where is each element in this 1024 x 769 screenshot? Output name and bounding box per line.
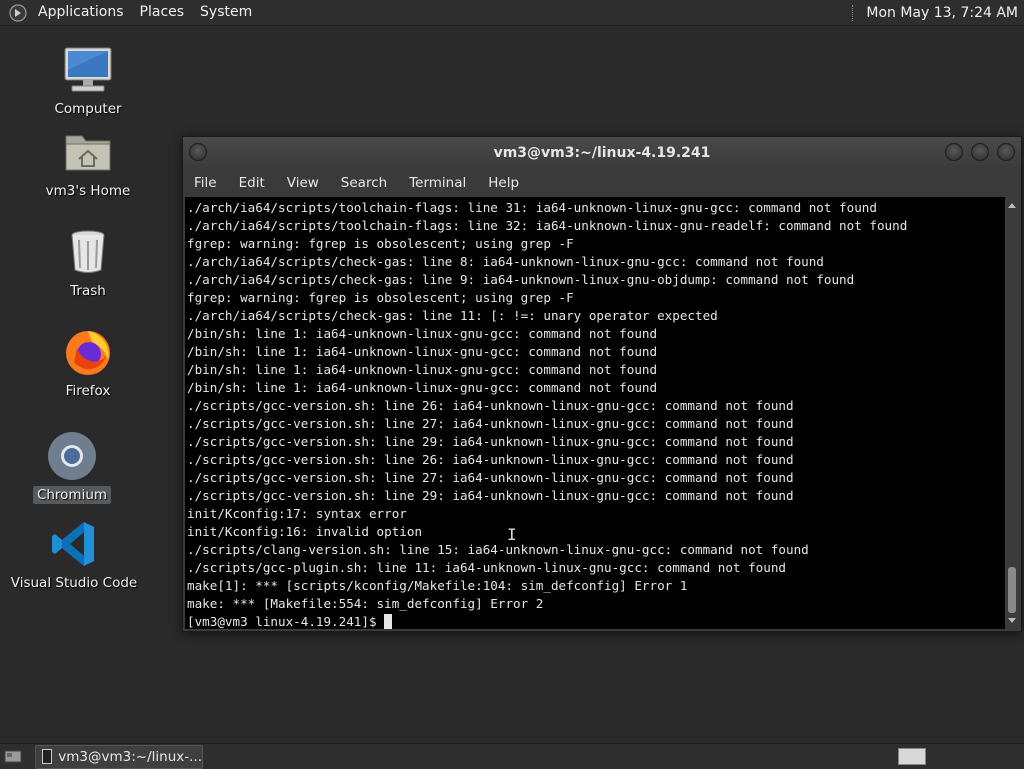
desktop-icon-trash[interactable]: Trash: [33, 226, 143, 300]
terminal-scrollbar[interactable]: [1005, 197, 1019, 629]
terminal-line: ./arch/ia64/scripts/toolchain-flags: lin…: [187, 218, 908, 233]
terminal-line: ./scripts/gcc-version.sh: line 27: ia64-…: [187, 470, 794, 485]
close-button[interactable]: [997, 143, 1015, 161]
applications-menu[interactable]: Applications: [30, 0, 132, 25]
terminal-line: ./scripts/clang-version.sh: line 15: ia6…: [187, 542, 809, 557]
chromium-icon: [46, 430, 98, 482]
show-desktop-icon[interactable]: [3, 748, 23, 765]
panel-separator: [852, 4, 856, 21]
terminal-line: make: *** [Makefile:554: sim_defconfig] …: [187, 596, 544, 611]
terminal-line: ./scripts/gcc-version.sh: line 27: ia64-…: [187, 416, 794, 431]
prompt-line[interactable]: [vm3@vm3 linux-4.19.241]$: [187, 613, 1005, 629]
terminal-line: /bin/sh: line 1: ia64-unknown-linux-gnu-…: [187, 344, 658, 359]
clock[interactable]: Mon May 13, 7:24 AM: [866, 5, 1024, 21]
terminal-line: init/Kconfig:17: syntax error: [187, 506, 407, 521]
terminal-line: make[1]: *** [scripts/kconfig/Makefile:1…: [187, 578, 688, 593]
places-menu[interactable]: Places: [132, 0, 193, 25]
desktop-icon-label: Firefox: [65, 383, 111, 399]
terminal-line: fgrep: warning: fgrep is obsolescent; us…: [187, 290, 574, 305]
taskbar-terminal-label: vm3@vm3:~/linux-...: [58, 748, 202, 765]
terminal-line: ./arch/ia64/scripts/check-gas: line 9: i…: [187, 272, 855, 287]
terminal-line: fgrep: warning: fgrep is obsolescent; us…: [187, 236, 574, 251]
scrollbar-thumb[interactable]: [1008, 567, 1016, 613]
desktop-icon-label: Chromium: [32, 486, 112, 504]
minimize-button[interactable]: [945, 143, 963, 161]
desktop-icon-vscode[interactable]: Visual Studio Code: [11, 518, 137, 592]
desktop-icon-label: Computer: [54, 101, 122, 117]
desktop-icon-chromium[interactable]: Chromium: [17, 430, 127, 504]
home-folder-icon: [62, 126, 114, 178]
desktop-icon-label: Trash: [70, 283, 106, 299]
menu-file[interactable]: File: [183, 175, 228, 191]
terminal-line: ./scripts/gcc-version.sh: line 26: ia64-…: [187, 398, 794, 413]
trash-icon: [62, 226, 114, 278]
terminal-line: /bin/sh: line 1: ia64-unknown-linux-gnu-…: [187, 326, 658, 341]
top-panel: Applications Places System Mon May 13, 7…: [0, 0, 1024, 26]
menu-edit[interactable]: Edit: [228, 175, 276, 191]
vscode-icon: [48, 518, 100, 570]
shell-prompt: [vm3@vm3 linux-4.19.241]$: [187, 614, 385, 629]
desktop-icon-firefox[interactable]: Firefox: [33, 326, 143, 400]
terminal-window[interactable]: vm3@vm3:~/linux-4.19.241 File Edit View …: [182, 136, 1022, 632]
ibeam-cursor-icon: I: [507, 525, 517, 544]
workspace-switcher[interactable]: [898, 748, 926, 765]
bottom-panel: vm3@vm3:~/linux-...: [0, 743, 1024, 769]
desktop-icon-home[interactable]: vm3's Home: [33, 126, 143, 200]
menu-view[interactable]: View: [276, 175, 330, 191]
terminal-line: ./scripts/gcc-version.sh: line 29: ia64-…: [187, 488, 794, 503]
terminal-line: /bin/sh: line 1: ia64-unknown-linux-gnu-…: [187, 380, 658, 395]
terminal-line: ./arch/ia64/scripts/toolchain-flags: lin…: [187, 200, 877, 215]
computer-icon: [62, 44, 114, 96]
window-titlebar[interactable]: vm3@vm3:~/linux-4.19.241: [183, 137, 1021, 169]
window-title: vm3@vm3:~/linux-4.19.241: [493, 145, 711, 161]
menu-terminal[interactable]: Terminal: [398, 175, 477, 191]
terminal-menubar: File Edit View Search Terminal Help: [183, 169, 1021, 196]
text-cursor: [384, 614, 393, 629]
applications-logo-icon[interactable]: [8, 3, 28, 23]
desktop-icon-label: vm3's Home: [45, 183, 131, 199]
scroll-down-arrow-icon[interactable]: [1008, 618, 1016, 623]
terminal-line: ./arch/ia64/scripts/check-gas: line 8: i…: [187, 254, 824, 269]
taskbar-terminal-button[interactable]: vm3@vm3:~/linux-...: [35, 744, 203, 769]
menu-help[interactable]: Help: [477, 175, 530, 191]
terminal-line: /bin/sh: line 1: ia64-unknown-linux-gnu-…: [187, 362, 658, 377]
menu-search[interactable]: Search: [330, 175, 398, 191]
scroll-up-arrow-icon[interactable]: [1008, 203, 1016, 208]
terminal-line: ./scripts/gcc-version.sh: line 26: ia64-…: [187, 452, 794, 467]
desktop-icon-label: Visual Studio Code: [10, 575, 138, 591]
terminal-line: ./scripts/gcc-version.sh: line 29: ia64-…: [187, 434, 794, 449]
desktop-icon-computer[interactable]: Computer: [33, 44, 143, 118]
terminal-line: ./scripts/gcc-plugin.sh: line 11: ia64-u…: [187, 560, 786, 575]
terminal-icon: [42, 749, 53, 764]
terminal-line: init/Kconfig:16: invalid option: [187, 524, 423, 539]
firefox-icon: [62, 326, 114, 378]
window-menu-button[interactable]: [189, 143, 207, 161]
system-menu[interactable]: System: [192, 0, 260, 25]
maximize-button[interactable]: [971, 143, 989, 161]
terminal-line: ./arch/ia64/scripts/check-gas: line 11: …: [187, 308, 718, 323]
terminal-output[interactable]: ./arch/ia64/scripts/toolchain-flags: lin…: [185, 197, 1005, 629]
